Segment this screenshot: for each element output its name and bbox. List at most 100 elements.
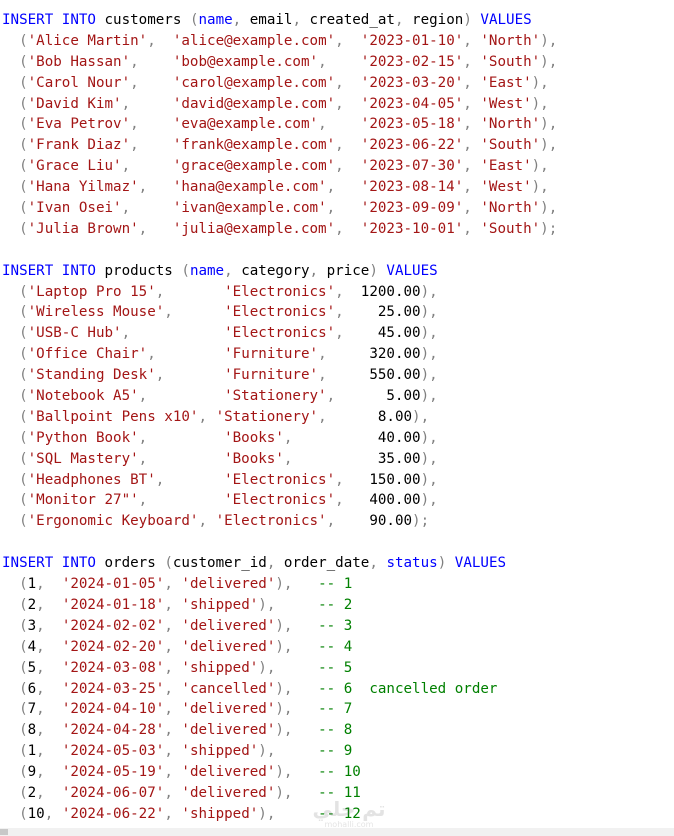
code-token-gray: ), [420,325,438,342]
code-token-str: 'delivered' [181,784,276,801]
code-token-gray: , [36,638,45,655]
code-line[interactable]: (7, '2024-04-10', 'delivered'), -- 7 [2,699,674,720]
code-token-gray: , [164,722,173,739]
code-line[interactable]: (1, '2024-01-05', 'delivered'), -- 1 [2,574,674,595]
code-token-gray: , [318,53,327,70]
code-token-str: '2023-02-15' [360,53,464,70]
code-line[interactable]: ('Office Chair', 'Furniture', 320.00), [2,344,674,365]
code-token-gray: , [36,576,45,593]
code-line[interactable]: INSERT INTO customers (name, email, crea… [2,10,674,31]
code-line[interactable]: ('Hana Yilmaz', 'hana@example.com', '202… [2,177,674,198]
code-token-comment: -- 5 [318,659,353,676]
code-token-gray: , [224,262,233,279]
code-token-gray: ), [275,722,293,739]
code-token-gray: ( [2,220,28,237]
code-line[interactable]: ('Bob Hassan', 'bob@example.com', '2023-… [2,52,674,73]
code-token-gray: ( [2,367,28,384]
code-token-gray: ), [275,784,293,801]
code-line[interactable] [2,240,674,261]
code-line[interactable]: ('Python Book', 'Books', 40.00), [2,428,674,449]
code-line[interactable]: ('SQL Mastery', 'Books', 35.00), [2,449,674,470]
code-token-str: 'Office Chair' [27,346,148,363]
code-token-gray: , [164,764,173,781]
code-token-str: '2024-04-28' [61,722,165,739]
code-line[interactable]: (2, '2024-01-18', 'shipped'), -- 2 [2,595,674,616]
code-line[interactable]: (6, '2024-03-25', 'cancelled'), -- 6 can… [2,679,674,700]
code-line[interactable]: ('Laptop Pro 15', 'Electronics', 1200.00… [2,282,674,303]
code-token-gray: , [335,158,344,175]
code-line[interactable]: ('Grace Liu', 'grace@example.com', '2023… [2,156,674,177]
code-line[interactable] [2,532,674,553]
code-line[interactable]: ('David Kim', 'david@example.com', '2023… [2,94,674,115]
code-line[interactable]: ('Ivan Osei', 'ivan@example.com', '2023-… [2,198,674,219]
code-token-str: 'Books' [224,429,284,446]
code-token-str: 'Frank Diaz' [27,137,131,154]
code-token-num: 1 [27,576,37,593]
code-line[interactable]: ('Alice Martin', 'alice@example.com', '2… [2,31,674,52]
code-line[interactable]: ('Monitor 27"', 'Electronics', 400.00), [2,490,674,511]
code-token-str: 'East' [480,158,532,175]
code-token-gray: , [155,283,165,300]
code-token-gray: ), [275,617,293,634]
code-token-gray: , [463,32,472,49]
code-token-str: '2024-03-25' [61,680,165,697]
scrollbar-thumb[interactable] [0,829,8,835]
code-line[interactable]: ('Frank Diaz', 'frank@example.com', '202… [2,135,674,156]
code-line[interactable]: ('Wireless Mouse', 'Electronics', 25.00)… [2,302,674,323]
code-token-num: 10 [27,805,45,822]
code-line[interactable]: (5, '2024-03-08', 'shipped'), -- 5 [2,658,674,679]
code-token-gray: , [335,220,344,237]
code-token-comment: -- 4 [318,638,353,655]
code-token-gray: ), [420,450,438,467]
code-token-num: 6 [27,680,37,697]
code-line[interactable]: (9, '2024-05-19', 'delivered'), -- 10 [2,762,674,783]
code-line[interactable]: (10, '2024-06-22', 'shipped'), -- 12 [2,804,674,825]
code-token-gray: ), [420,367,438,384]
code-token-gray: ( [2,137,28,154]
code-line[interactable]: ('Headphones BT', 'Electronics', 150.00)… [2,470,674,491]
code-token-gray: ), [540,32,558,49]
code-token-str: 'East' [480,74,532,91]
code-token-gray: ( [181,262,190,279]
code-token-gray: ), [420,429,438,446]
code-token-str: 'carol@example.com' [172,74,336,91]
code-line[interactable]: (2, '2024-06-07', 'delivered'), -- 11 [2,783,674,804]
code-line[interactable]: INSERT INTO products (name, category, pr… [2,261,674,282]
code-line[interactable]: ('Standing Desk', 'Furniture', 550.00), [2,365,674,386]
code-line[interactable]: ('Ergonomic Keyboard', 'Electronics', 90… [2,511,674,532]
code-token-gray: ), [258,805,276,822]
code-line[interactable]: (3, '2024-02-02', 'delivered'), -- 3 [2,616,674,637]
sql-code-editor[interactable]: INSERT INTO customers (name, email, crea… [0,0,674,836]
code-line[interactable]: ('Eva Petrov', 'eva@example.com', '2023-… [2,114,674,135]
code-token-str: 'Electronics' [224,283,336,300]
code-line[interactable]: ('USB-C Hub', 'Electronics', 45.00), [2,323,674,344]
code-token-comment: -- 8 [318,722,353,739]
code-token-gray: ), [540,200,558,217]
code-token-gray: , [164,576,173,593]
code-line[interactable]: ('Notebook A5', 'Stationery', 5.00), [2,386,674,407]
code-line[interactable]: ('Carol Nour', 'carol@example.com', '202… [2,73,674,94]
code-line[interactable]: ('Ballpoint Pens x10', 'Stationery', 8.0… [2,407,674,428]
code-token-str: 'bob@example.com' [172,53,319,70]
code-line[interactable]: INSERT INTO orders (customer_id, order_d… [2,553,674,574]
code-token-gray: , [121,158,131,175]
code-token-str: '2023-03-20' [360,74,464,91]
code-line[interactable]: ('Julia Brown', 'julia@example.com', '20… [2,219,674,240]
code-token-gray: ( [164,555,173,572]
code-line[interactable]: (1, '2024-05-03', 'shipped'), -- 9 [2,741,674,762]
code-line[interactable]: (8, '2024-04-28', 'delivered'), -- 8 [2,720,674,741]
code-line[interactable]: (4, '2024-02-20', 'delivered'), -- 4 [2,637,674,658]
horizontal-scrollbar[interactable] [0,828,674,836]
code-token-gray: , [463,116,472,133]
code-token-gray: ( [2,784,28,801]
